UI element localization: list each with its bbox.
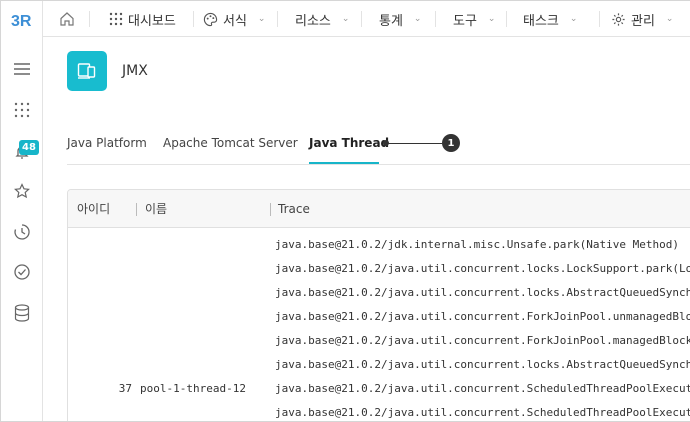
callout-marker: 1 [442,134,460,152]
app-frame: 3R 48 대시보드 서식 ⌄ 리소스 ⌄ 통계 ⌄ 도구 ⌄ 태스크 ⌄ 관리… [0,0,690,422]
nav-tools[interactable]: 도구 ⌄ [453,1,495,37]
cell-trace: java.base@21.0.2/java.util.concurrent.lo… [275,262,690,275]
nav-label: 태스크 [523,13,559,29]
cell-trace: java.base@21.0.2/java.util.concurrent.Sc… [275,406,690,419]
nav-admin[interactable]: 관리 ⌄ [611,1,673,37]
nav-label: 통계 [379,13,403,29]
chevron-down-icon: ⌄ [341,14,350,24]
table-row[interactable]: java.base@21.0.2/java.util.concurrent.Fo… [68,306,690,330]
column-header-name[interactable]: 이름 [145,190,167,228]
column-header-trace[interactable]: Trace [278,190,310,228]
thread-table: 아이디 이름 Trace java.base@21.0.2/jdk.intern… [67,189,690,421]
table-row[interactable]: java.base@21.0.2/java.util.concurrent.Sc… [68,402,690,421]
nav-label: 리소스 [295,13,331,29]
table-row[interactable]: java.base@21.0.2/java.util.concurrent.lo… [68,354,690,378]
history-icon[interactable] [11,221,33,243]
nav-label: 도구 [453,13,477,29]
nav-divider [193,11,194,27]
palette-icon [203,12,218,26]
tab-java-thread[interactable]: Java Thread [309,136,389,150]
grid-icon[interactable] [11,99,33,121]
chevron-down-icon: ⌄ [487,14,496,24]
nav-dashboard[interactable]: 대시보드 [109,1,176,37]
jmx-app-tile [67,51,107,91]
column-header-id[interactable]: 아이디 [77,190,110,228]
table-row[interactable]: java.base@21.0.2/java.util.concurrent.lo… [68,282,690,306]
nav-label: 관리 [631,13,655,29]
database-icon[interactable] [11,302,33,324]
nav-divider [506,11,507,27]
left-sidebar: 3R 48 [1,1,43,421]
callout-line [386,143,442,144]
nav-label: 대시보드 [128,13,176,29]
tab-java-platform[interactable]: Java Platform [67,136,147,150]
nav-divider [599,11,600,27]
star-icon[interactable] [11,180,33,202]
nav-divider [89,11,90,27]
cell-trace: java.base@21.0.2/java.util.concurrent.Fo… [275,310,690,323]
table-row[interactable]: java.base@21.0.2/java.util.concurrent.lo… [68,258,690,282]
chevron-down-icon: ⌄ [569,14,578,24]
column-divider[interactable] [270,203,271,216]
nav-format[interactable]: 서식 ⌄ [203,1,265,37]
svg-text:3R: 3R [11,13,32,30]
menu-icon[interactable] [11,58,33,80]
cell-id: 37 [118,382,132,395]
check-circle-icon[interactable] [11,261,33,283]
logo-icon: 3R [11,13,32,30]
column-divider[interactable] [136,203,137,216]
cell-trace: java.base@21.0.2/java.util.concurrent.lo… [275,358,690,371]
nav-divider [435,11,436,27]
nav-tasks[interactable]: 태스크 ⌄ [523,1,577,37]
cell-trace: java.base@21.0.2/jdk.internal.misc.Unsaf… [275,238,679,251]
nav-divider [361,11,362,27]
table-row[interactable]: java.base@21.0.2/java.util.concurrent.Fo… [68,330,690,354]
cell-trace: java.base@21.0.2/java.util.concurrent.Fo… [275,334,690,347]
nav-resources[interactable]: 리소스 ⌄ [295,1,349,37]
tabs-divider [67,164,690,165]
notification-badge: 48 [19,140,39,155]
nav-label: 서식 [223,13,247,29]
table-header: 아이디 이름 Trace [68,190,690,228]
nav-divider [277,11,278,27]
chevron-down-icon: ⌄ [413,14,422,24]
nav-statistics[interactable]: 통계 ⌄ [379,1,421,37]
chevron-down-icon: ⌄ [257,14,266,24]
cell-trace: java.base@21.0.2/java.util.concurrent.Sc… [275,382,690,395]
gear-icon [612,12,625,26]
table-row[interactable]: 37 pool-1-thread-12 java.base@21.0.2/jav… [68,378,690,402]
grid-icon [109,12,123,26]
home-icon[interactable] [59,1,75,37]
table-row[interactable]: java.base@21.0.2/jdk.internal.misc.Unsaf… [68,234,690,258]
chevron-down-icon: ⌄ [665,14,674,24]
cell-trace: java.base@21.0.2/java.util.concurrent.lo… [275,286,690,299]
app-logo[interactable]: 3R [9,9,35,35]
page-title: JMX [122,63,148,79]
tab-apache-tomcat-server[interactable]: Apache Tomcat Server [163,136,298,150]
cell-name: pool-1-thread-12 [140,382,246,395]
top-nav: 대시보드 서식 ⌄ 리소스 ⌄ 통계 ⌄ 도구 ⌄ 태스크 ⌄ 관리 ⌄ [43,1,690,37]
devices-icon [77,63,96,79]
